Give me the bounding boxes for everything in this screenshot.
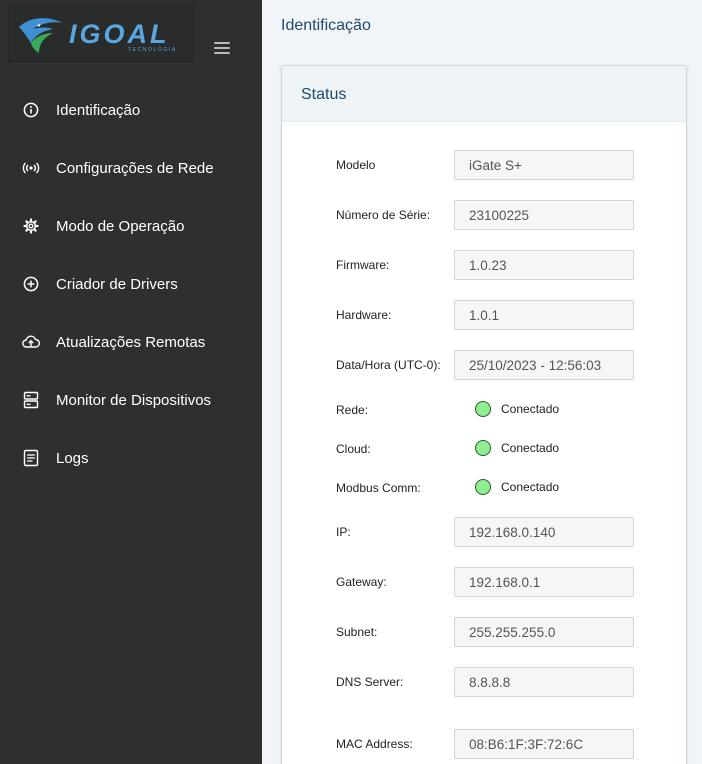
menu-toggle-icon[interactable] [214, 42, 230, 54]
sidebar-item-criador-drivers[interactable]: Criador de Drivers [0, 255, 262, 313]
sidebar: IGOAL TECNOLOGIA Identificação Configura… [0, 0, 262, 764]
label-dns: DNS Server: [336, 675, 404, 689]
hardware-field: 1.0.1 [454, 300, 634, 330]
label-numero-serie: Número de Série: [336, 208, 431, 222]
subnet-field: 255.255.255.0 [454, 617, 634, 647]
rede-status-text: Conectado [501, 402, 560, 416]
label-firmware: Firmware: [336, 258, 390, 272]
label-data-hora: Data/Hora (UTC-0): [336, 358, 441, 372]
label-modelo: Modelo [336, 158, 376, 172]
modelo-field: iGate S+ [454, 150, 634, 180]
status-card: Status Modelo iGate S+ Número de Série: … [281, 65, 687, 764]
rede-status-indicator [475, 401, 491, 417]
plus-circle-icon [22, 275, 40, 293]
modbus-status-text: Conectado [501, 480, 560, 494]
gateway-field: 192.168.0.1 [454, 567, 634, 597]
sidebar-nav: Identificação Configurações de Rede Modo… [0, 81, 262, 487]
sidebar-item-label: Configurações de Rede [56, 159, 214, 177]
modbus-status-indicator [475, 479, 491, 495]
gear-icon [22, 217, 40, 235]
numero-serie-field: 23100225 [454, 200, 634, 230]
label-modbus: Modbus Comm: [336, 481, 421, 495]
sidebar-item-monitor-dispositivos[interactable]: Monitor de Dispositivos [0, 371, 262, 429]
logo[interactable]: IGOAL TECNOLOGIA [8, 4, 194, 62]
sidebar-item-label: Modo de Operação [56, 217, 185, 235]
label-subnet: Subnet: [336, 625, 378, 639]
sidebar-item-label: Logs [56, 449, 89, 467]
dns-field: 8.8.8.8 [454, 667, 634, 697]
brand-tagline: TECNOLOGIA [128, 47, 177, 53]
page-title: Identificação [281, 17, 371, 34]
ip-field: 192.168.0.140 [454, 517, 634, 547]
cloud-status-indicator [475, 440, 491, 456]
label-ip: IP: [336, 525, 351, 539]
sidebar-item-modo-operacao[interactable]: Modo de Operação [0, 197, 262, 255]
info-icon [22, 101, 40, 119]
top-bar: Identificação [262, 0, 702, 50]
document-icon [22, 449, 40, 467]
sidebar-item-configuracoes-rede[interactable]: Configurações de Rede [0, 139, 262, 197]
sidebar-item-label: Identificação [56, 101, 141, 119]
label-rede: Rede: [336, 403, 369, 417]
sidebar-item-label: Criador de Drivers [56, 275, 178, 293]
mac-field: 08:B6:1F:3F:72:6C [454, 729, 634, 759]
label-mac: MAC Address: [336, 737, 413, 751]
label-gateway: Gateway: [336, 575, 387, 589]
firmware-field: 1.0.23 [454, 250, 634, 280]
card-title: Status [301, 86, 347, 103]
cloud-status-text: Conectado [501, 441, 560, 455]
server-icon [22, 391, 40, 409]
label-cloud: Cloud: [336, 442, 371, 456]
data-hora-field: 25/10/2023 - 12:56:03 [454, 350, 634, 380]
sidebar-item-label: Atualizações Remotas [56, 333, 206, 351]
sidebar-item-atualizacoes-remotas[interactable]: Atualizações Remotas [0, 313, 262, 371]
broadcast-icon [22, 159, 40, 177]
sidebar-item-logs[interactable]: Logs [0, 429, 262, 487]
sidebar-item-label: Monitor de Dispositivos [56, 391, 212, 409]
brand-name: IGOAL [69, 19, 170, 49]
cloud-upload-icon [22, 333, 40, 351]
card-header: Status [282, 66, 686, 122]
label-hardware: Hardware: [336, 308, 392, 322]
eagle-logo-icon [19, 18, 63, 53]
sidebar-item-identificacao[interactable]: Identificação [0, 81, 262, 139]
